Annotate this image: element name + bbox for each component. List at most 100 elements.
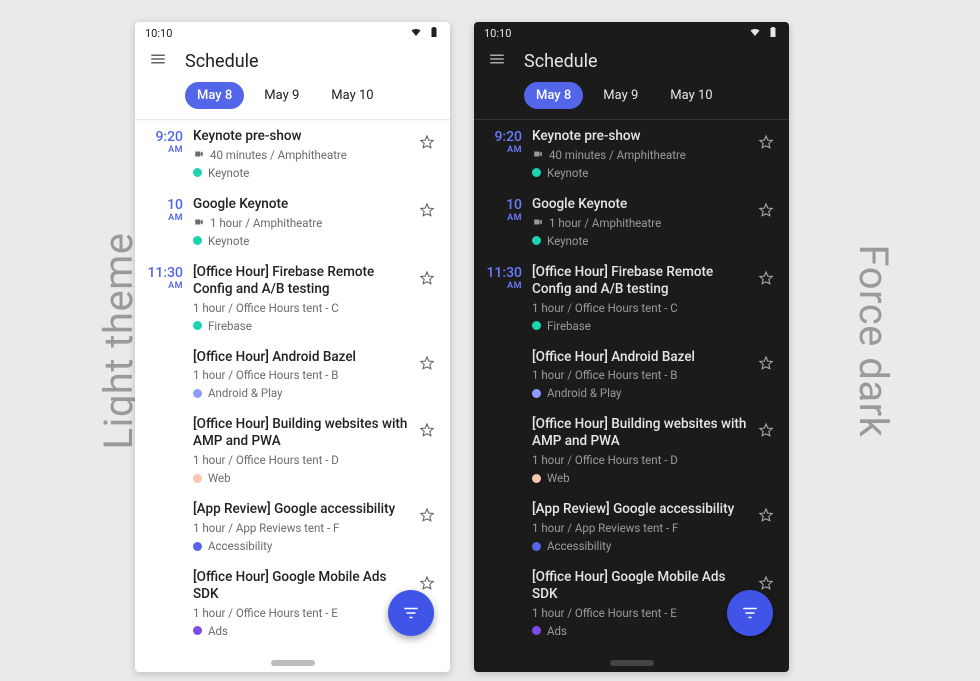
event-meta: 1 hour / App Reviews tent - F [532,521,749,535]
list-item[interactable]: [Office Hour] Android Bazel 1 hour / Offi… [135,341,450,409]
event-meta: 1 hour / Office Hours tent - C [532,301,749,315]
list-item[interactable]: [App Review] Google accessibility1 hour … [135,493,450,561]
nav-handle[interactable] [610,660,654,666]
event-title: [Office Hour] Firebase Remote Config and… [193,264,410,298]
event-time: 9:20AM [143,128,183,184]
list-item[interactable]: 9:20AMKeynote pre-show40 minutes / Amphi… [135,120,450,188]
event-time: 10AM [482,196,522,252]
wifi-icon [410,26,422,41]
tab-may-9[interactable]: May 9 [252,82,311,109]
schedule-list[interactable]: 9:20AMKeynote pre-show40 minutes / Amphi… [135,120,450,672]
filter-fab[interactable] [388,590,434,636]
event-title: [Office Hour] Google Mobile Ads SDK [532,569,749,603]
star-button[interactable] [414,196,440,252]
list-item[interactable]: [App Review] Google accessibility 1 hour … [474,493,789,561]
event-meta: 1 hour / Office Hours tent - D [532,453,749,467]
battery-icon [428,26,440,41]
event-title: Google Keynote [532,196,749,213]
star-button[interactable] [753,264,779,337]
event-meta: 40 minutes / Amphitheatre [532,148,749,162]
track-dot-icon [532,236,541,245]
tab-may-10[interactable]: May 10 [658,82,724,109]
date-tabs: May 8 May 9 May 10 [474,74,789,119]
event-track: Firebase [532,319,749,333]
event-title: Google Keynote [193,196,410,213]
event-title: [Office Hour] Google Mobile Ads SDK [193,569,410,603]
event-meta: 1 hour / Amphitheatre [193,216,410,230]
event-meta: 1 hour / Office Hours tent - C [193,301,410,315]
list-item[interactable]: [Office Hour] Building websites with AMP… [135,408,450,493]
event-track: Firebase [193,319,410,333]
track-dot-icon [193,321,202,330]
star-button[interactable] [753,501,779,557]
list-item[interactable]: 11:30AM[Office Hour] Firebase Remote Con… [474,256,789,341]
battery-icon [767,26,779,41]
event-track: Web [532,471,749,485]
status-bar: 10:10 [474,22,789,44]
menu-icon[interactable] [488,50,506,72]
tab-may-9[interactable]: May 9 [591,82,650,109]
event-track: Android & Play [532,386,749,400]
status-time: 10:10 [145,27,172,40]
event-meta: 1 hour / Office Hours tent - B [193,368,410,382]
event-time [482,416,522,489]
star-button[interactable] [414,349,440,405]
event-meta: 1 hour / App Reviews tent - F [193,521,410,535]
star-button[interactable] [414,128,440,184]
menu-icon[interactable] [149,50,167,72]
event-meta: 1 hour / Office Hours tent - B [532,368,749,382]
video-icon [193,216,205,230]
list-item[interactable]: 9:20AMKeynote pre-show40 minutes / Amphi… [474,120,789,188]
event-title: [Office Hour] Firebase Remote Config and… [532,264,749,298]
event-track: Accessibility [532,539,749,553]
track-dot-icon [193,389,202,398]
event-track: Accessibility [193,539,410,553]
event-time: 11:30AM [143,264,183,337]
event-track: Keynote [193,234,410,248]
event-meta: 40 minutes / Amphitheatre [193,148,410,162]
event-track: Keynote [532,166,749,180]
track-dot-icon [532,168,541,177]
tab-may-8[interactable]: May 8 [185,82,244,109]
star-button[interactable] [753,196,779,252]
list-item[interactable]: 11:30AM [Office Hour] Firebase Remote Con… [135,256,450,341]
phone-light: 10:10 Schedule May 8 May 9 May 10 9:20AM Ke… [135,22,450,672]
event-track: Keynote [532,234,749,248]
list-item[interactable]: [Office Hour] Android Bazel 1 hour / Offi… [474,341,789,409]
event-title: [App Review] Google accessibility [532,501,749,518]
event-title: [Office Hour] Android Bazel [532,349,749,366]
event-title: [Office Hour] Android Bazel [193,349,410,366]
star-button[interactable] [753,349,779,405]
tab-may-8[interactable]: May 8 [524,82,583,109]
event-time [482,501,522,557]
track-dot-icon [532,474,541,483]
star-button[interactable] [414,501,440,557]
schedule-list[interactable]: 9:20AMKeynote pre-show40 minutes / Amphi… [474,120,789,672]
event-track: Android & Play [193,386,410,400]
track-dot-icon [532,626,541,635]
track-dot-icon [532,542,541,551]
track-dot-icon [532,321,541,330]
event-time: 10AM [143,196,183,252]
event-time [143,569,183,642]
star-button[interactable] [753,128,779,184]
star-button[interactable] [414,264,440,337]
star-button[interactable] [753,416,779,489]
track-dot-icon [193,168,202,177]
event-track: Web [193,471,410,485]
event-track: Keynote [193,166,410,180]
tab-may-10[interactable]: May 10 [319,82,385,109]
list-item[interactable]: 10AM Google Keynote 1 hour / Amphitheatre K… [135,188,450,256]
app-bar: Schedule [135,44,450,74]
date-tabs: May 8 May 9 May 10 [135,74,450,119]
video-icon [532,148,544,162]
event-title: [Office Hour] Building websites with AMP… [193,416,410,450]
event-track: Ads [532,624,749,638]
list-item[interactable]: [Office Hour] Building websites with AMP… [474,408,789,493]
app-bar: Schedule [474,44,789,74]
filter-fab[interactable] [727,590,773,636]
page-title: Schedule [524,51,598,72]
nav-handle[interactable] [271,660,315,666]
list-item[interactable]: 10AMGoogle Keynote1 hour / AmphitheatreK… [474,188,789,256]
star-button[interactable] [414,416,440,489]
